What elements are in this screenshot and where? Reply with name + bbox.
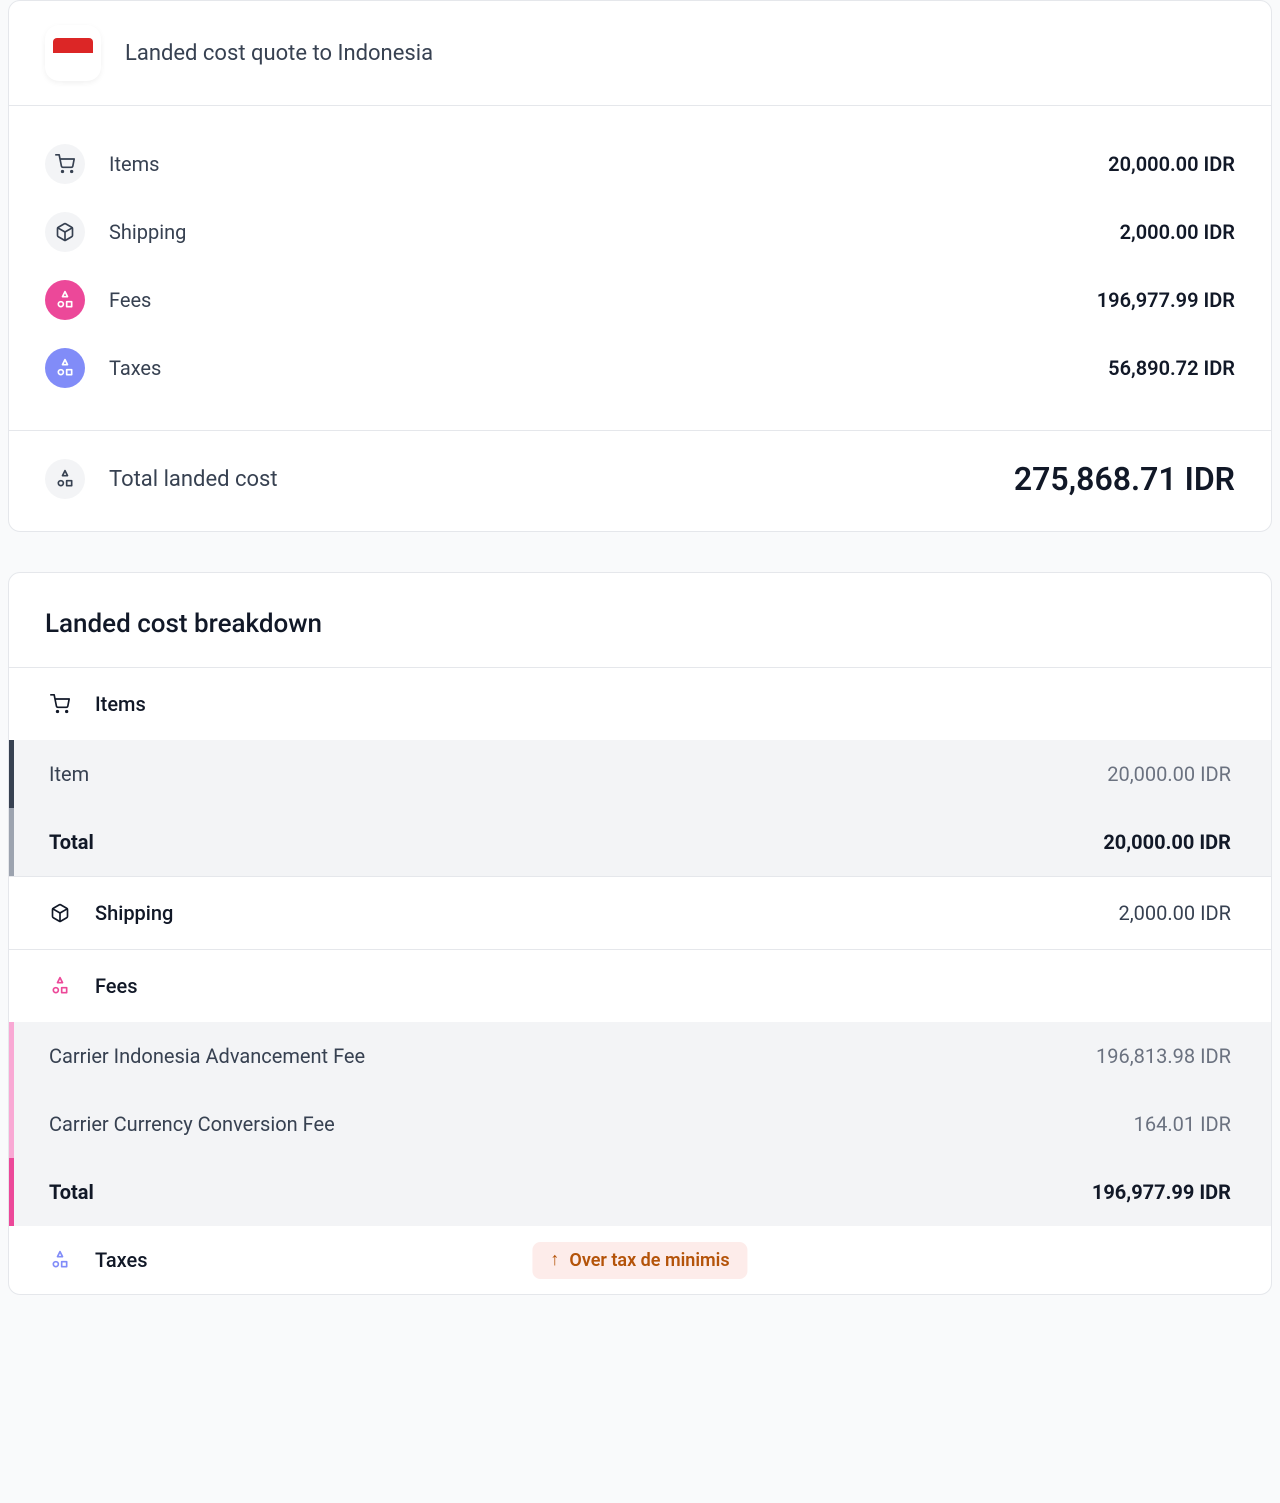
breakdown-items-header: Items — [9, 668, 1271, 740]
breakdown-title: Landed cost breakdown — [45, 609, 1235, 639]
fee-total-value: 196,977.99 IDR — [1092, 1180, 1231, 1204]
over-tax-de-minimis-badge: ↑ Over tax de minimis — [532, 1242, 747, 1279]
shapes-icon — [45, 459, 85, 499]
item-total-label: Total — [49, 830, 94, 854]
cart-icon — [45, 144, 85, 184]
shipping-label: Shipping — [109, 220, 186, 244]
fees-detail-block: Carrier Indonesia Advancement Fee 196,81… — [9, 1022, 1271, 1226]
quote-summary-card: Landed cost quote to Indonesia Items 20,… — [8, 0, 1272, 532]
fee-row-currency: Carrier Currency Conversion Fee 164.01 I… — [9, 1090, 1271, 1158]
fee-currency-label: Carrier Currency Conversion Fee — [49, 1112, 335, 1136]
quote-title: Landed cost quote to Indonesia — [125, 41, 433, 66]
fee-total-row: Total 196,977.99 IDR — [9, 1158, 1271, 1226]
arrow-up-icon: ↑ — [550, 1251, 559, 1269]
breakdown-header: Landed cost breakdown — [9, 573, 1271, 668]
summary-row-shipping: Shipping 2,000.00 IDR — [45, 198, 1235, 266]
box-icon — [45, 212, 85, 252]
shipping-value: 2,000.00 IDR — [1120, 220, 1235, 244]
breakdown-taxes-header: Taxes ↑ Over tax de minimis — [9, 1226, 1271, 1294]
items-label: Items — [109, 152, 159, 176]
breakdown-shipping-row: Shipping 2,000.00 IDR — [9, 876, 1271, 950]
shapes-icon — [45, 348, 85, 388]
item-total-value: 20,000.00 IDR — [1103, 830, 1231, 854]
cart-icon — [49, 693, 71, 715]
quote-header: Landed cost quote to Indonesia — [9, 1, 1271, 106]
fee-advancement-label: Carrier Indonesia Advancement Fee — [49, 1044, 365, 1068]
items-detail-block: Item 20,000.00 IDR Total 20,000.00 IDR — [9, 740, 1271, 876]
shapes-icon — [49, 1249, 71, 1271]
badge-text: Over tax de minimis — [569, 1250, 729, 1271]
box-icon — [49, 902, 71, 924]
fee-advancement-value: 196,813.98 IDR — [1096, 1044, 1231, 1068]
fees-section-label: Fees — [95, 974, 138, 998]
breakdown-card: Landed cost breakdown Items Item 20,000.… — [8, 572, 1272, 1295]
taxes-label: Taxes — [109, 356, 161, 380]
total-section: Total landed cost 275,868.71 IDR — [9, 430, 1271, 531]
taxes-value: 56,890.72 IDR — [1108, 356, 1235, 380]
items-section-label: Items — [95, 692, 146, 716]
shapes-icon — [45, 280, 85, 320]
summary-row-taxes: Taxes 56,890.72 IDR — [45, 334, 1235, 402]
shipping-section-value: 2,000.00 IDR — [1119, 901, 1232, 925]
item-row-value: 20,000.00 IDR — [1107, 762, 1231, 786]
summary-row-items: Items 20,000.00 IDR — [45, 130, 1235, 198]
total-label: Total landed cost — [109, 467, 278, 492]
item-detail-row: Item 20,000.00 IDR — [9, 740, 1271, 808]
fees-label: Fees — [109, 288, 151, 312]
fee-currency-value: 164.01 IDR — [1134, 1112, 1231, 1136]
country-flag-indonesia — [45, 25, 101, 81]
taxes-section-label: Taxes — [95, 1248, 148, 1272]
breakdown-fees-header: Fees — [9, 950, 1271, 1022]
total-value: 275,868.71 IDR — [1014, 460, 1235, 498]
fee-row-advancement: Carrier Indonesia Advancement Fee 196,81… — [9, 1022, 1271, 1090]
fee-total-label: Total — [49, 1180, 94, 1204]
summary-row-fees: Fees 196,977.99 IDR — [45, 266, 1235, 334]
quote-summary-body: Items 20,000.00 IDR Shipping 2,000.00 ID… — [9, 106, 1271, 430]
fees-value: 196,977.99 IDR — [1097, 288, 1235, 312]
items-value: 20,000.00 IDR — [1108, 152, 1235, 176]
shipping-section-label: Shipping — [95, 901, 173, 925]
shapes-icon — [49, 975, 71, 997]
item-row-label: Item — [49, 762, 89, 786]
item-total-row: Total 20,000.00 IDR — [9, 808, 1271, 876]
